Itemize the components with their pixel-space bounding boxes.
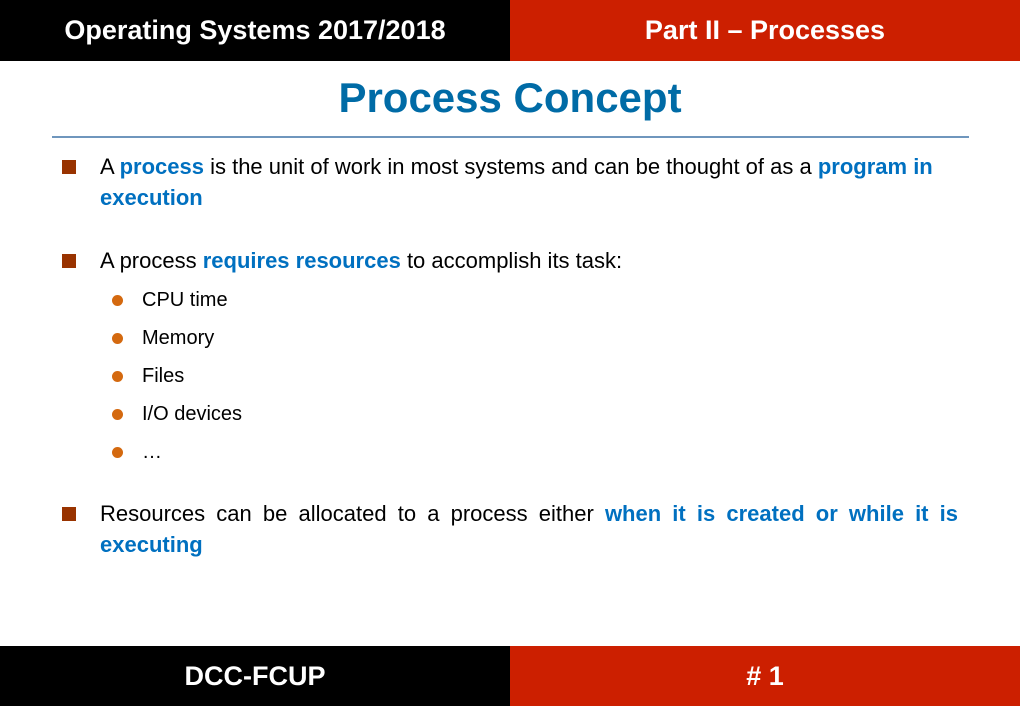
subitem-ellipsis: … bbox=[112, 440, 162, 464]
part-title: Part II – Processes bbox=[510, 0, 1020, 61]
title-divider bbox=[52, 136, 969, 138]
subitem-label: CPU time bbox=[142, 289, 228, 311]
page-number: # 1 bbox=[510, 646, 1020, 706]
square-bullet-icon bbox=[62, 160, 76, 174]
text: to accomplish its task: bbox=[400, 248, 623, 273]
text: is the unit of work in most systems and … bbox=[203, 154, 818, 179]
slide-title: Process Concept bbox=[338, 74, 682, 121]
dot-bullet-icon bbox=[112, 409, 123, 420]
subitem-label: I/O devices bbox=[142, 403, 243, 425]
subitem-memory: Memory bbox=[112, 326, 215, 350]
text: A process bbox=[100, 248, 203, 273]
square-bullet-icon bbox=[62, 254, 76, 268]
header-bar: Operating Systems 2017/2018 Part II – Pr… bbox=[0, 0, 1020, 61]
subitem-label: Memory bbox=[142, 327, 215, 349]
text: A bbox=[100, 154, 120, 179]
bullet-requires-resources: A process requires resources to accompli… bbox=[62, 245, 958, 276]
text: Resources can be allocated to a process … bbox=[100, 501, 605, 526]
institution-label: DCC-FCUP bbox=[0, 646, 510, 706]
bullet-resource-allocation: Resources can be allocated to a process … bbox=[62, 498, 958, 560]
course-title: Operating Systems 2017/2018 bbox=[0, 0, 510, 61]
dot-bullet-icon bbox=[112, 371, 123, 382]
dot-bullet-icon bbox=[112, 333, 123, 344]
dot-bullet-icon bbox=[112, 295, 123, 306]
highlight-requires-resources: requires resources bbox=[202, 248, 401, 273]
subitem-io-devices: I/O devices bbox=[112, 402, 243, 426]
subitem-label: … bbox=[142, 441, 162, 463]
square-bullet-icon bbox=[62, 507, 76, 521]
highlight-process: process bbox=[119, 154, 204, 179]
dot-bullet-icon bbox=[112, 447, 123, 458]
subitem-label: Files bbox=[142, 365, 185, 387]
footer-bar: DCC-FCUP # 1 bbox=[0, 646, 1020, 706]
bullet-process-definition: A process is the unit of work in most sy… bbox=[62, 151, 958, 213]
subitem-cpu-time: CPU time bbox=[112, 288, 228, 312]
subitem-files: Files bbox=[112, 364, 185, 388]
